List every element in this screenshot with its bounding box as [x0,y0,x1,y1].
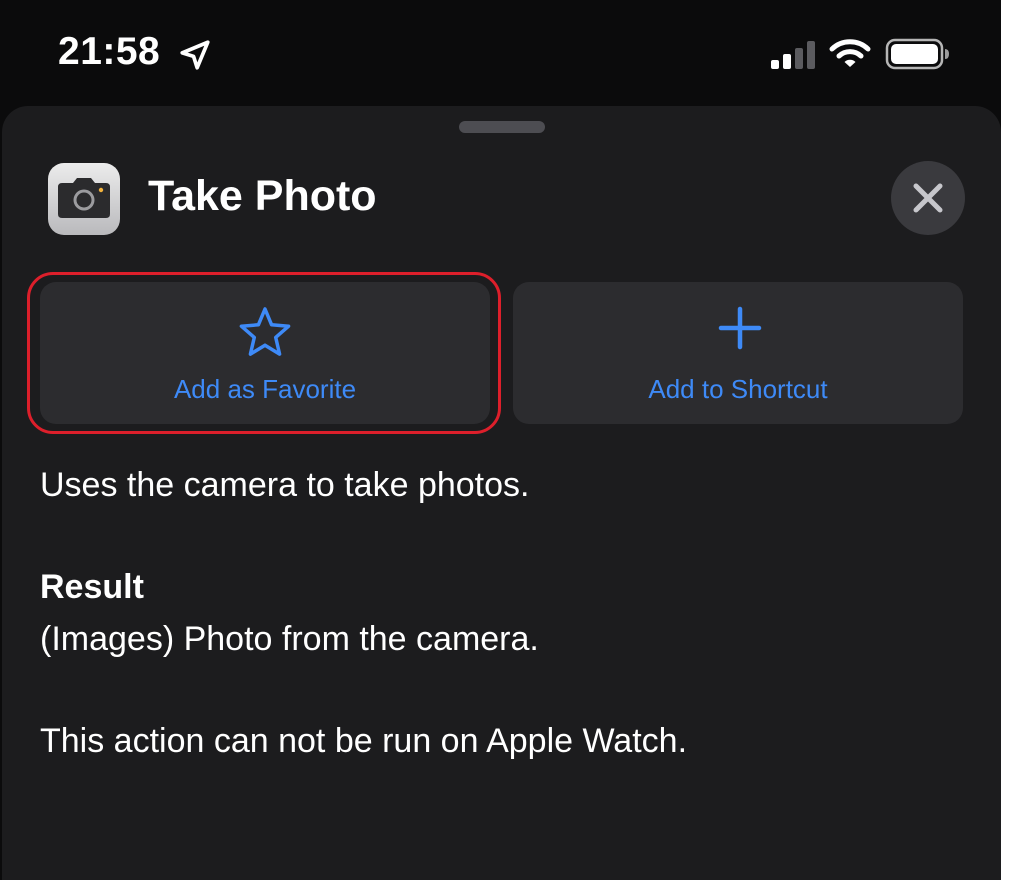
result-heading: Result [40,568,144,606]
camera-icon [48,163,120,235]
action-description: Uses the camera to take photos. [40,466,530,504]
phone-screen: 21:58 Take Photo Add as Favorite Add to … [0,0,1001,880]
plus-icon [718,306,762,355]
close-icon [913,183,943,213]
highlight-annotation [27,272,501,434]
action-detail-sheet: Take Photo Add as Favorite Add to Shortc… [2,106,1001,880]
sheet-title: Take Photo [148,172,377,220]
cellular-signal-icon [770,40,818,75]
status-time: 21:58 [58,30,161,73]
wifi-icon [829,37,871,76]
sheet-grabber[interactable] [459,121,545,133]
apple-watch-note: This action can not be run on Apple Watc… [40,722,688,760]
result-description: (Images) Photo from the camera. [40,620,539,658]
location-arrow-icon [178,38,212,77]
close-button[interactable] [891,161,965,235]
battery-icon [885,38,951,75]
add-to-shortcut-button[interactable]: Add to Shortcut [513,282,963,424]
add-to-shortcut-label: Add to Shortcut [648,374,828,404]
status-bar: 21:58 [0,0,1001,100]
